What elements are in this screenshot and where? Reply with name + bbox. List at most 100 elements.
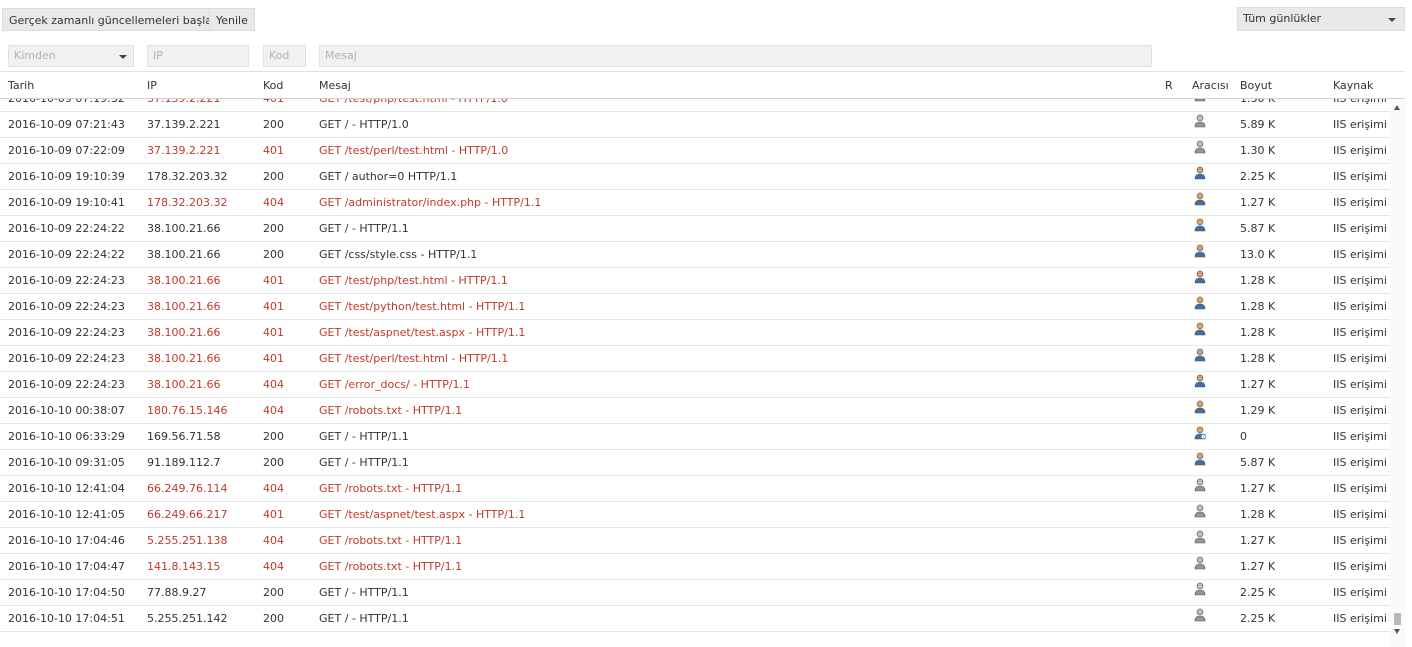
- col-size-header[interactable]: Boyut: [1240, 77, 1272, 95]
- user-icon[interactable]: [1194, 99, 1206, 102]
- user-unknown-icon[interactable]: ?: [1194, 424, 1207, 440]
- user-icon[interactable]: [1194, 346, 1206, 362]
- col-code-header[interactable]: Kod: [263, 77, 283, 95]
- user-icon[interactable]: [1194, 268, 1206, 284]
- log-size: 0: [1240, 430, 1247, 443]
- table-row[interactable]: 2016-10-10 09:31:05 91.189.112.7 200 GET / …: [0, 450, 1390, 476]
- user-icon[interactable]: [1194, 528, 1206, 544]
- log-message: GET /robots.txt - HTTP/1.1: [319, 560, 463, 573]
- from-filter-select[interactable]: Kimden: [8, 45, 134, 67]
- log-date: 2016-10-09 07:21:43: [8, 118, 125, 131]
- table-row[interactable]: 2016-10-10 06:33:29 169.56.71.58 200 GET / …: [0, 424, 1390, 450]
- col-r-header[interactable]: R: [1165, 77, 1173, 95]
- user-icon[interactable]: [1194, 138, 1206, 154]
- message-filter-placeholder: Mesaj: [325, 49, 357, 62]
- user-icon[interactable]: [1194, 398, 1206, 414]
- user-icon[interactable]: [1194, 450, 1206, 466]
- log-size: 1.30 K: [1240, 99, 1275, 112]
- user-icon[interactable]: [1194, 580, 1206, 596]
- log-code: 401: [263, 352, 284, 365]
- table-row[interactable]: 2016-10-09 07:21:43 37.139.2.221 200 GET / …: [0, 112, 1390, 138]
- log-ip: 5.255.251.138: [147, 534, 228, 547]
- log-code: 401: [263, 144, 284, 157]
- log-date: 2016-10-09 07:22:09: [8, 144, 125, 157]
- log-code: 401: [263, 508, 284, 521]
- user-icon[interactable]: [1194, 606, 1206, 622]
- col-message-header[interactable]: Mesaj: [319, 77, 351, 95]
- refresh-button[interactable]: Yenile: [209, 8, 255, 31]
- log-ip: 180.76.15.146: [147, 404, 228, 417]
- table-row[interactable]: 2016-10-09 22:24:23 38.100.21.66 401 GET /t…: [0, 320, 1390, 346]
- log-code: 200: [263, 248, 284, 261]
- user-icon[interactable]: [1194, 372, 1206, 388]
- log-code: 401: [263, 274, 284, 287]
- scroll-down-icon[interactable]: [1394, 629, 1400, 634]
- user-icon[interactable]: [1194, 294, 1206, 310]
- log-source: IIS erişimi: [1333, 326, 1387, 339]
- message-filter-input[interactable]: Mesaj: [319, 45, 1152, 67]
- scrollbar-thumb[interactable]: [1394, 613, 1401, 625]
- log-source: IIS erişimi: [1333, 430, 1387, 443]
- table-row[interactable]: 2016-10-09 22:24:22 38.100.21.66 200 GET /c…: [0, 242, 1390, 268]
- table-row[interactable]: 2016-10-10 12:41:05 66.249.66.217 401 GET /…: [0, 502, 1390, 528]
- log-size: 13.0 K: [1240, 248, 1276, 261]
- log-date: 2016-10-10 00:38:07: [8, 404, 125, 417]
- vertical-scrollbar[interactable]: [1390, 99, 1405, 647]
- log-ip: 38.100.21.66: [147, 326, 221, 339]
- table-row[interactable]: 2016-10-09 22:24:22 38.100.21.66 200 GET / …: [0, 216, 1390, 242]
- log-ip: 38.100.21.66: [147, 352, 221, 365]
- table-row[interactable]: 2016-10-09 07:22:09 37.139.2.221 401 GET /t…: [0, 138, 1390, 164]
- table-row[interactable]: 2016-10-10 12:41:04 66.249.76.114 404 GET /…: [0, 476, 1390, 502]
- col-ip-header[interactable]: IP: [147, 77, 157, 95]
- log-size: 1.27 K: [1240, 196, 1276, 209]
- ip-filter-input[interactable]: IP: [147, 45, 249, 67]
- table-row[interactable]: 2016-10-09 07:19:32 37.139.2.221 401 GET /t…: [0, 99, 1390, 112]
- scroll-up-icon[interactable]: [1394, 105, 1400, 110]
- table-row[interactable]: 2016-10-09 19:10:39 178.32.203.32 200 GET /…: [0, 164, 1390, 190]
- log-code: 200: [263, 456, 284, 469]
- log-source: IIS erişimi: [1333, 118, 1387, 131]
- log-date: 2016-10-09 19:10:41: [8, 196, 125, 209]
- realtime-updates-button[interactable]: Gerçek zamanlı güncellemeleri başlat: [2, 8, 224, 31]
- table-row[interactable]: 2016-10-10 17:04:51 5.255.251.142 200 GET /…: [0, 606, 1390, 632]
- user-icon[interactable]: [1194, 554, 1206, 570]
- col-agent-header[interactable]: Aracısı: [1192, 77, 1229, 95]
- table-row[interactable]: 2016-10-09 22:24:23 38.100.21.66 401 GET /t…: [0, 268, 1390, 294]
- log-size: 5.89 K: [1240, 118, 1276, 131]
- log-code: 404: [263, 404, 284, 417]
- from-filter-placeholder: Kimden: [14, 49, 56, 62]
- user-icon[interactable]: [1194, 164, 1206, 180]
- user-icon[interactable]: [1194, 476, 1206, 492]
- table-row[interactable]: 2016-10-10 17:04:50 77.88.9.27 200 GET / - …: [0, 580, 1390, 606]
- user-icon[interactable]: [1194, 112, 1206, 128]
- log-type-select[interactable]: Tüm günlükler: [1237, 7, 1405, 31]
- user-icon[interactable]: [1194, 320, 1206, 336]
- log-message: GET /test/perl/test.html - HTTP/1.1: [319, 352, 509, 365]
- log-ip: 38.100.21.66: [147, 222, 221, 235]
- user-icon[interactable]: [1194, 216, 1206, 232]
- log-code: 404: [263, 196, 284, 209]
- table-row[interactable]: 2016-10-09 22:24:23 38.100.21.66 401 GET /t…: [0, 294, 1390, 320]
- table-row[interactable]: 2016-10-09 19:10:41 178.32.203.32 404 GET /…: [0, 190, 1390, 216]
- log-code: 200: [263, 586, 284, 599]
- table-row[interactable]: 2016-10-10 17:04:47 141.8.143.15 404 GET /r…: [0, 554, 1390, 580]
- log-source: IIS erişimi: [1333, 612, 1387, 625]
- log-source: IIS erişimi: [1333, 456, 1387, 469]
- log-message: GET /error_docs/ - HTTP/1.1: [319, 378, 471, 391]
- table-row[interactable]: 2016-10-10 00:38:07 180.76.15.146 404 GET /…: [0, 398, 1390, 424]
- log-date: 2016-10-09 07:19:32: [8, 99, 125, 112]
- user-icon[interactable]: [1194, 242, 1206, 258]
- col-source-header[interactable]: Kaynak: [1333, 77, 1373, 95]
- log-size: 1.28 K: [1240, 300, 1276, 313]
- col-date-header[interactable]: Tarih: [8, 77, 34, 95]
- table-row[interactable]: 2016-10-10 17:04:46 5.255.251.138 404 GET /…: [0, 528, 1390, 554]
- log-message: GET / - HTTP/1.0: [319, 118, 409, 131]
- log-size: 1.29 K: [1240, 404, 1276, 417]
- table-row[interactable]: 2016-10-09 22:24:23 38.100.21.66 404 GET /e…: [0, 372, 1390, 398]
- code-filter-input[interactable]: Kod: [263, 45, 306, 67]
- user-icon[interactable]: [1194, 190, 1206, 206]
- log-date: 2016-10-09 22:24:22: [8, 248, 125, 261]
- table-row[interactable]: 2016-10-09 22:24:23 38.100.21.66 401 GET /t…: [0, 346, 1390, 372]
- user-icon[interactable]: [1194, 502, 1206, 518]
- log-message: GET /test/perl/test.html - HTTP/1.0: [319, 144, 509, 157]
